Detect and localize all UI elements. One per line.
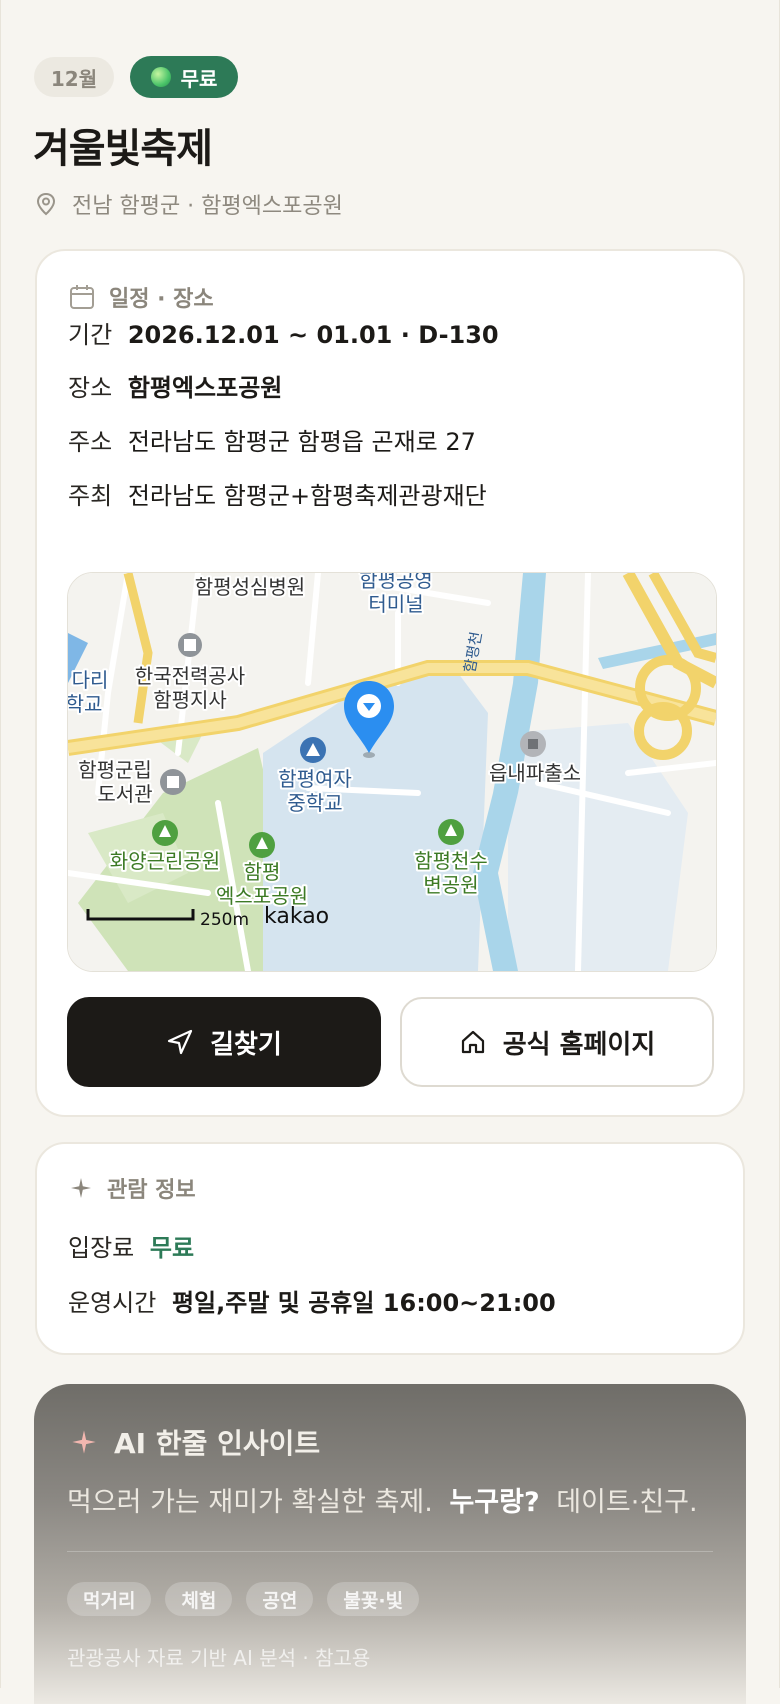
map-label-police: 읍내파출소 — [489, 761, 581, 785]
ai-divider — [67, 1551, 713, 1552]
map-scale-label: 250m — [200, 910, 249, 930]
host-label: 주최 — [68, 482, 113, 510]
price-badge-label: 무료 — [180, 66, 218, 91]
map-label-park-c-1: 함평천수 — [414, 849, 488, 873]
ai-text-part-1: 먹으러 가는 재미가 확실한 축제. — [67, 1487, 433, 1518]
schedule-heading-label: 일정 · 장소 — [109, 287, 214, 312]
map-label-hospital: 함평성심병원 — [195, 575, 305, 599]
address-label: 주소 — [68, 428, 113, 456]
map-label-terminal-1: 함평공영 — [359, 573, 433, 592]
map-view[interactable]: 함평성심병원 함평공영 터미널 한국전력공사 함평지사 다리 학교 함평군립 도… — [67, 572, 717, 972]
ai-text-bold: 누구랑? — [449, 1487, 540, 1518]
month-badge: 12월 — [34, 57, 114, 97]
fee-row: 입장료 무료 — [68, 1228, 194, 1263]
period-row: 기간 2026.12.01 ~ 01.01 · D-130 — [68, 315, 499, 350]
ai-tag[interactable]: 불꽃·빛 — [327, 1582, 420, 1616]
hours-label: 운영시간 — [68, 1289, 157, 1317]
home-icon — [461, 1030, 484, 1054]
map-label-bridge-1: 다리 — [72, 668, 109, 692]
address-row: 주소 전라남도 함평군 함평읍 곤재로 27 — [68, 422, 476, 457]
ai-heading-label: AI 한줄 인사이트 — [114, 1427, 321, 1460]
price-badge: 무료 — [130, 56, 238, 98]
map-label-library-1: 함평군립 — [78, 758, 152, 782]
visit-heading-label: 관람 정보 — [107, 1178, 196, 1203]
visit-info-card: 관람 정보 입장료 무료 운영시간 평일,주말 및 공휴일 16:00~21:0… — [35, 1142, 745, 1355]
homepage-button[interactable]: 공식 홈페이지 — [400, 997, 714, 1087]
hours-row: 운영시간 평일,주말 및 공휴일 16:00~21:00 — [68, 1283, 556, 1318]
ai-tag[interactable]: 체험 — [165, 1582, 233, 1616]
kakao-logo: kakao — [264, 904, 329, 929]
hours-value: 평일,주말 및 공휴일 16:00~21:00 — [171, 1289, 556, 1317]
homepage-button-label: 공식 홈페이지 — [502, 1029, 656, 1060]
map-canvas[interactable]: 함평성심병원 함평공영 터미널 한국전력공사 함평지사 다리 학교 함평군립 도… — [68, 573, 716, 971]
map-label-library-2: 도서관 — [97, 782, 152, 806]
map-label-girls-school-2: 중학교 — [287, 791, 342, 815]
map-label-kepco-1: 한국전력공사 — [135, 664, 245, 688]
map-label-girls-school-1: 함평여자 — [278, 767, 352, 791]
ai-insight-text: 먹으러 가는 재미가 확실한 축제. 누구랑? 데이트·친구. — [67, 1480, 698, 1519]
map-label-park-c-2: 변공원 — [423, 873, 478, 897]
location-line: 전남 함평군 · 함평엑스포공원 — [36, 188, 343, 220]
map-label-kepco-2: 함평지사 — [153, 688, 227, 712]
ai-heading: AI 한줄 인사이트 — [70, 1422, 320, 1462]
directions-button-label: 길찾기 — [210, 1029, 282, 1060]
schedule-card: 일정 · 장소 기간 2026.12.01 ~ 01.01 · D-130 장소… — [35, 249, 745, 1117]
park-tree-icon — [438, 819, 464, 845]
venue-row: 장소 함평엑스포공원 — [68, 368, 282, 403]
location-text: 전남 함평군 · 함평엑스포공원 — [72, 194, 343, 219]
map-label-terminal-2: 터미널 — [368, 592, 423, 616]
map-label-bridge-2: 학교 — [68, 692, 102, 716]
ai-tag[interactable]: 먹거리 — [67, 1582, 152, 1616]
navigation-arrow-icon — [168, 1029, 193, 1055]
address-value: 전라남도 함평군 함평읍 곤재로 27 — [127, 428, 476, 456]
period-value: 2026.12.01 ~ 01.01 · D-130 — [127, 321, 499, 349]
park-tree-icon — [152, 820, 178, 846]
ai-tag-list: 먹거리 체험 공연 불꽃·빛 — [67, 1582, 420, 1616]
map-label-park-a: 화양근린공원 — [110, 849, 220, 873]
visit-heading: 관람 정보 — [69, 1172, 196, 1204]
ai-sparkle-icon — [72, 1430, 96, 1454]
venue-label: 장소 — [68, 374, 113, 402]
free-dot-icon — [150, 67, 171, 87]
schedule-heading: 일정 · 장소 — [69, 281, 214, 313]
host-value: 전라남도 함평군+함평축제관광재단 — [127, 482, 487, 510]
page-title: 겨울빛축제 — [33, 126, 213, 172]
ai-text-part-2: 데이트·친구. — [556, 1487, 698, 1518]
month-badge-label: 12월 — [50, 66, 98, 91]
park-tree-icon — [249, 832, 275, 858]
directions-button[interactable]: 길찾기 — [67, 997, 381, 1087]
ai-insight-card: AI 한줄 인사이트 먹으러 가는 재미가 확실한 축제. 누구랑? 데이트·친… — [34, 1384, 746, 1704]
sparkle-icon — [71, 1178, 91, 1198]
location-pin-icon — [36, 192, 56, 216]
ai-tag[interactable]: 공연 — [246, 1582, 314, 1616]
ai-footnote: 관광공사 자료 기반 AI 분석 · 참고용 — [67, 1646, 371, 1670]
host-row: 주최 전라남도 함평군+함평축제관광재단 — [68, 476, 487, 511]
fee-value: 무료 — [149, 1234, 195, 1262]
map-label-park-b-1: 함평 — [244, 860, 281, 884]
calendar-icon — [70, 285, 94, 309]
period-label: 기간 — [68, 321, 113, 349]
fee-label: 입장료 — [68, 1234, 135, 1262]
frame-left-edge — [0, 0, 1, 1688]
venue-value: 함평엑스포공원 — [127, 374, 283, 402]
